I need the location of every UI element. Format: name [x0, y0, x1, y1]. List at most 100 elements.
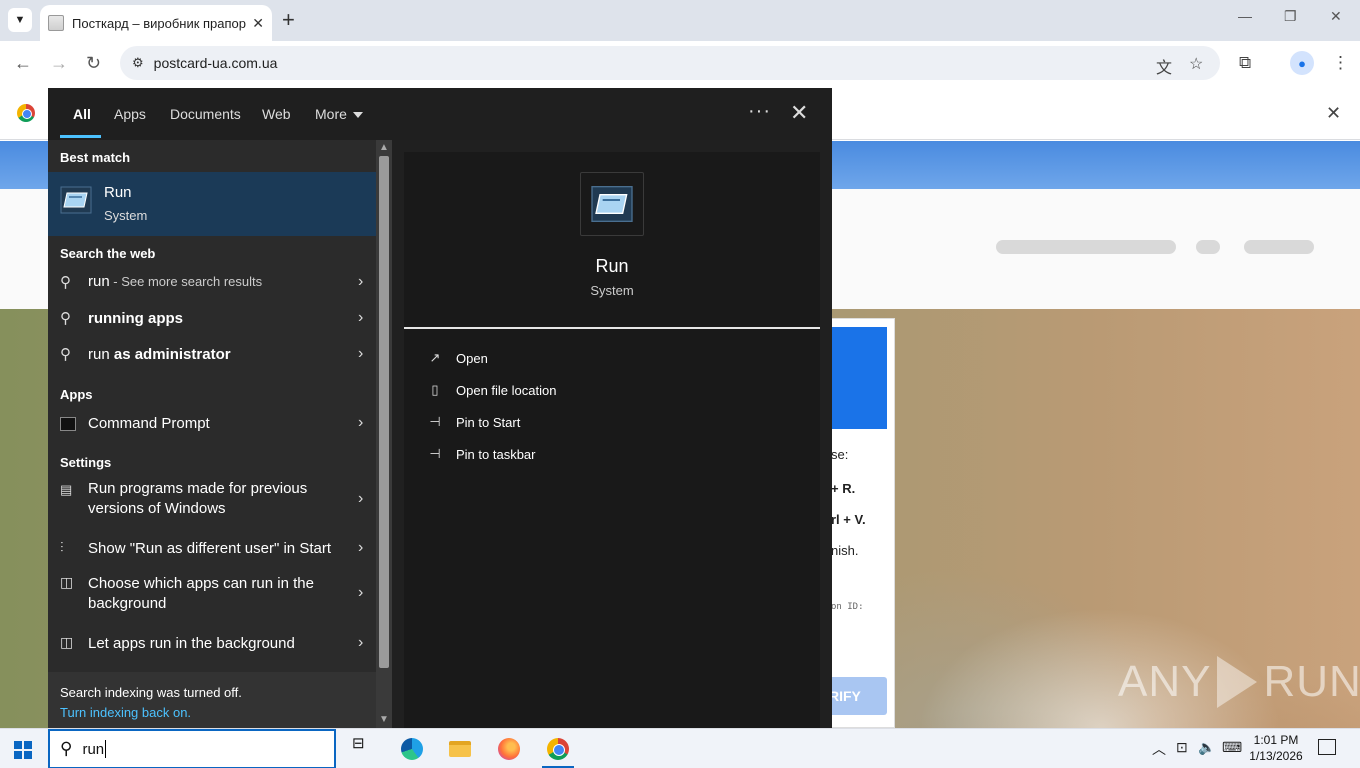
- keyboard-icon[interactable]: ⌨: [1222, 739, 1242, 756]
- tab-web[interactable]: Web: [262, 106, 291, 122]
- windows-logo-tile: [24, 751, 32, 759]
- notification-icon[interactable]: [1318, 739, 1336, 755]
- edge-taskbar-button[interactable]: [400, 737, 424, 761]
- tab-apps[interactable]: Apps: [114, 106, 146, 122]
- web-result-label: running apps: [88, 310, 183, 327]
- chevron-right-icon: ›: [358, 345, 364, 362]
- blurred-nav-item: [1244, 240, 1314, 254]
- action-pin-to-taskbar[interactable]: ⊣ Pin to taskbar: [426, 443, 726, 465]
- action-pin-to-start[interactable]: ⊣ Pin to Start: [426, 411, 726, 433]
- window-close-button[interactable]: ✕: [1330, 8, 1342, 25]
- search-query[interactable]: run: [82, 741, 104, 758]
- preview-divider: [404, 327, 820, 329]
- site-favicon-icon: [48, 15, 64, 31]
- dialog-session-id: on ID:: [831, 602, 864, 612]
- windows-logo-tile: [24, 741, 32, 749]
- bookmark-star-icon[interactable]: ☆: [1189, 54, 1203, 74]
- action-open[interactable]: ↗ Open: [426, 347, 726, 369]
- turn-indexing-on-link[interactable]: Turn indexing back on.: [60, 705, 191, 720]
- panel-close-icon[interactable]: ✕: [790, 100, 808, 126]
- chrome-taskbar-button[interactable]: [546, 737, 570, 761]
- app-command-prompt[interactable]: Command Prompt ›: [48, 406, 376, 440]
- reload-icon[interactable]: ↻: [86, 53, 101, 74]
- chrome-icon: [547, 738, 569, 760]
- network-icon[interactable]: ⊡: [1176, 739, 1188, 756]
- setting-label: Choose which apps can run in the backgro…: [88, 575, 314, 612]
- more-options-icon[interactable]: ···: [748, 100, 771, 123]
- compatibility-icon: ▤: [60, 482, 73, 497]
- tab-close-icon[interactable]: ✕: [252, 15, 264, 32]
- text-caret: [105, 740, 107, 758]
- search-icon: ⚲: [60, 310, 71, 327]
- address-bar[interactable]: ⚙ postcard-ua.com.ua: [120, 46, 1220, 80]
- scroll-up-icon[interactable]: ▲: [379, 142, 389, 153]
- anyrun-watermark: ANY RUN: [1118, 656, 1360, 708]
- site-info-icon[interactable]: ⚙: [132, 55, 144, 71]
- web-result-run-as-admin[interactable]: ⚲ run as administrator ›: [48, 336, 376, 372]
- web-result-label: run as administrator: [88, 346, 231, 363]
- extensions-icon[interactable]: ⧉: [1239, 53, 1251, 73]
- firefox-taskbar-button[interactable]: [497, 737, 521, 761]
- app-label: Command Prompt: [88, 415, 210, 432]
- url-text[interactable]: postcard-ua.com.ua: [154, 55, 278, 71]
- watermark-right-text: RUN: [1263, 657, 1360, 706]
- back-icon[interactable]: ←: [14, 53, 32, 74]
- setting-compatibility[interactable]: ▤ Run programs made for previous version…: [48, 474, 376, 524]
- web-result-label: run - See more search results: [88, 273, 263, 290]
- chevron-up-icon[interactable]: ︿: [1152, 739, 1166, 759]
- restore-button[interactable]: ❐: [1284, 8, 1297, 25]
- forward-icon[interactable]: →: [50, 53, 68, 74]
- firefox-icon: [498, 738, 520, 760]
- search-icon: ⚲: [60, 346, 71, 363]
- browser-tab-active[interactable]: Посткард – виробник прапорі ✕: [40, 5, 272, 41]
- run-app-icon: [60, 186, 92, 214]
- web-result-running-apps[interactable]: ⚲ running apps ›: [48, 300, 376, 336]
- best-match-sub: System: [104, 208, 148, 223]
- apps-header: Apps: [60, 387, 93, 402]
- cmd-icon: [60, 417, 76, 431]
- profile-avatar-icon[interactable]: ●: [1290, 51, 1314, 75]
- infobar-close-icon[interactable]: ✕: [1326, 103, 1341, 124]
- preview-app-name: Run: [595, 256, 629, 276]
- scroll-down-icon[interactable]: ▼: [379, 714, 389, 725]
- browser-toolbar: ← → ↻ ⚙ postcard-ua.com.ua 文 ☆ ⧉ ⋮: [0, 41, 1360, 87]
- volume-icon[interactable]: 🔈: [1198, 739, 1215, 756]
- action-label: Open: [456, 350, 488, 366]
- browser-tabstrip: ▼ Посткард – виробник прапорі ✕ + — ❐ ✕: [0, 0, 1360, 41]
- activity-icon: ◫: [60, 574, 74, 590]
- taskbar-search-box[interactable]: ⚲ run: [48, 729, 336, 768]
- chevron-right-icon: ›: [358, 490, 364, 507]
- chrome-logo-icon: [17, 104, 35, 122]
- windows-logo-tile: [14, 741, 22, 749]
- tab-search-button[interactable]: ▼: [8, 8, 32, 32]
- setting-run-as-different-user[interactable]: ⫶ Show "Run as different user" in Start …: [48, 530, 376, 566]
- tab-more[interactable]: More: [315, 106, 363, 122]
- menu-icon[interactable]: ⋮: [1332, 53, 1349, 73]
- action-label: Pin to taskbar: [456, 446, 536, 462]
- indexing-notice: Search indexing was turned off. Turn ind…: [48, 672, 376, 728]
- translate-icon[interactable]: 文: [1156, 54, 1172, 78]
- start-button[interactable]: [14, 741, 32, 759]
- dialog-line: rl + V.: [831, 512, 866, 527]
- blurred-nav-item: [996, 240, 1176, 254]
- new-tab-button[interactable]: +: [282, 8, 295, 32]
- results-scrollbar[interactable]: ▲ ▼: [376, 140, 392, 728]
- best-match-run[interactable]: Run System: [48, 172, 376, 236]
- tab-all[interactable]: All: [73, 106, 91, 122]
- web-result-run[interactable]: ⚲ run - See more search results ›: [48, 264, 376, 300]
- action-open-file-location[interactable]: ▯ Open file location: [426, 379, 726, 401]
- scroll-thumb[interactable]: [379, 156, 389, 668]
- minimize-button[interactable]: —: [1238, 8, 1252, 24]
- file-icon: ▯: [431, 382, 439, 397]
- tab-documents[interactable]: Documents: [170, 106, 241, 122]
- setting-background-apps[interactable]: ◫ Choose which apps can run in the backg…: [48, 566, 376, 620]
- pin-icon: ⊣: [429, 446, 441, 461]
- task-view-icon[interactable]: ⊟: [352, 734, 376, 758]
- setting-let-apps-run[interactable]: ◫ Let apps run in the background ›: [48, 626, 376, 662]
- taskbar: ⚲ run ⊟ ︿ ⊡ 🔈 ⌨ 1:01 PM 1/13/2026: [0, 728, 1360, 768]
- taskbar-clock[interactable]: 1:01 PM 1/13/2026: [1248, 732, 1304, 764]
- file-explorer-taskbar-button[interactable]: [448, 737, 472, 761]
- open-icon: ↗: [429, 350, 441, 365]
- setting-label: Run programs made for previous versions …: [88, 480, 308, 517]
- clock-time: 1:01 PM: [1253, 733, 1299, 747]
